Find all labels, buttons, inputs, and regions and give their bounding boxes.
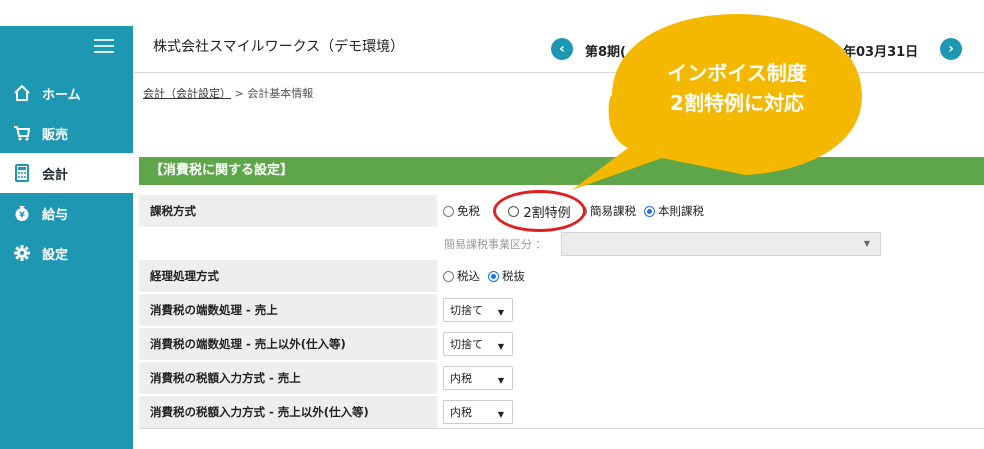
row-label: 消費税の税額入力方式 - 売上 [139,362,437,394]
radio-tax-inclusive[interactable]: 税込 [443,268,480,284]
row-label: 消費税の税額入力方式 - 売上以外(仕入等) [139,396,437,428]
radio-label: 本則課税 [658,204,704,218]
breadcrumb-link-accounting[interactable]: 会計（会計設定） [143,87,231,100]
caret-down-icon: ▼ [497,410,504,419]
select-value: 内税 [450,372,472,385]
chevron-right-icon: › [948,41,954,57]
sidebar-item-label: 会計 [42,167,69,183]
prev-period-button[interactable]: ‹ [551,38,573,60]
cart-icon [12,123,32,143]
sidebar-item-label: 給与 [42,207,69,223]
radio-label: 免税 [457,204,480,218]
accounting-method-options: 税込 税抜 [443,260,984,292]
accounting-method-label: 経理処理方式 [139,260,437,292]
tax-input-purchase-select[interactable]: 内税 ▼ [443,400,513,424]
radio-label: 税込 [457,269,480,283]
sidebar-item-settings[interactable]: 設定 [0,233,133,273]
callout-line-2: 2割特例に対応 [670,91,804,115]
select-value: 切捨て [450,338,483,351]
sidebar-item-label: 販売 [42,127,69,143]
breadcrumb: 会計（会計設定） > 会計基本情報 [143,85,313,101]
radio-tax-exclusive[interactable]: 税抜 [488,268,525,284]
sidebar-item-sales[interactable]: 販売 [0,113,133,153]
radio-standard-tax[interactable]: 本則課税 [644,203,704,219]
sidebar-item-label: 設定 [42,247,69,263]
row-label: 消費税の端数処理 - 売上 [139,294,437,326]
gear-icon [12,243,32,263]
sidebar-item-accounting[interactable]: 会計 [0,153,133,193]
caret-down-icon: ▼ [863,239,870,248]
row-label: 消費税の端数処理 - 売上以外(仕入等) [139,328,437,360]
radio-circle-icon [508,205,520,217]
menu-icon[interactable] [94,39,114,53]
radio-label: 2割特例 [523,205,571,221]
radio-two-tenths-special[interactable]: 2割特例 [493,190,586,232]
tax-input-purchase-row: 消費税の税額入力方式 - 売上以外(仕入等) 内税 ▼ [139,396,984,428]
rounding-purchase-select[interactable]: 切捨て ▼ [443,332,513,356]
top-strip [0,0,984,26]
radio-label: 税抜 [502,269,525,283]
caret-down-icon: ▼ [497,376,504,385]
calculator-icon [12,163,32,183]
select-value: 内税 [450,406,472,419]
divider [139,428,984,429]
tax-method-label: 課税方式 [139,195,437,227]
rounding-purchase-row: 消費税の端数処理 - 売上以外(仕入等) 切捨て ▼ [139,328,984,360]
tax-input-sales-select[interactable]: 内税 ▼ [443,366,513,390]
sidebar-item-label: ホーム [42,87,81,103]
svg-text:¥: ¥ [19,211,25,220]
callout-line-1: インボイス制度 [667,61,807,85]
breadcrumb-current: > 会計基本情報 [231,87,314,100]
section-header: 【消費税に関する設定】 [139,157,984,185]
radio-selected-icon [488,270,499,282]
radio-circle-icon [443,270,454,282]
chevron-left-icon: ‹ [559,41,565,57]
accounting-method-row: 経理処理方式 税込 税抜 [139,260,984,292]
yen-bag-icon: ¥ [12,203,32,223]
tax-input-sales-row: 消費税の税額入力方式 - 売上 内税 ▼ [139,362,984,394]
radio-circle-icon [443,205,454,217]
callout-text: インボイス制度 2割特例に対応 [615,58,859,118]
radio-label: 簡易課税 [590,204,636,218]
radio-exempt[interactable]: 免税 [443,203,480,219]
caret-down-icon: ▼ [497,308,504,317]
sidebar: ホーム 販売 会計 ¥ 給与 設定 [0,26,133,449]
radio-selected-icon [644,205,655,217]
caret-down-icon: ▼ [497,342,504,351]
next-period-button[interactable]: › [940,38,962,60]
sidebar-item-payroll[interactable]: ¥ 給与 [0,193,133,233]
home-icon [12,83,32,103]
rounding-sales-row: 消費税の端数処理 - 売上 切捨て ▼ [139,294,984,326]
sidebar-item-home[interactable]: ホーム [0,73,133,113]
simple-category-label: 簡易課税事業区分 ： [444,238,547,251]
rounding-sales-select[interactable]: 切捨て ▼ [443,298,513,322]
simple-category-select[interactable]: ▼ [561,232,881,256]
select-value: 切捨て [450,304,483,317]
company-name: 株式会社スマイルワークス（デモ環境） [153,39,405,55]
